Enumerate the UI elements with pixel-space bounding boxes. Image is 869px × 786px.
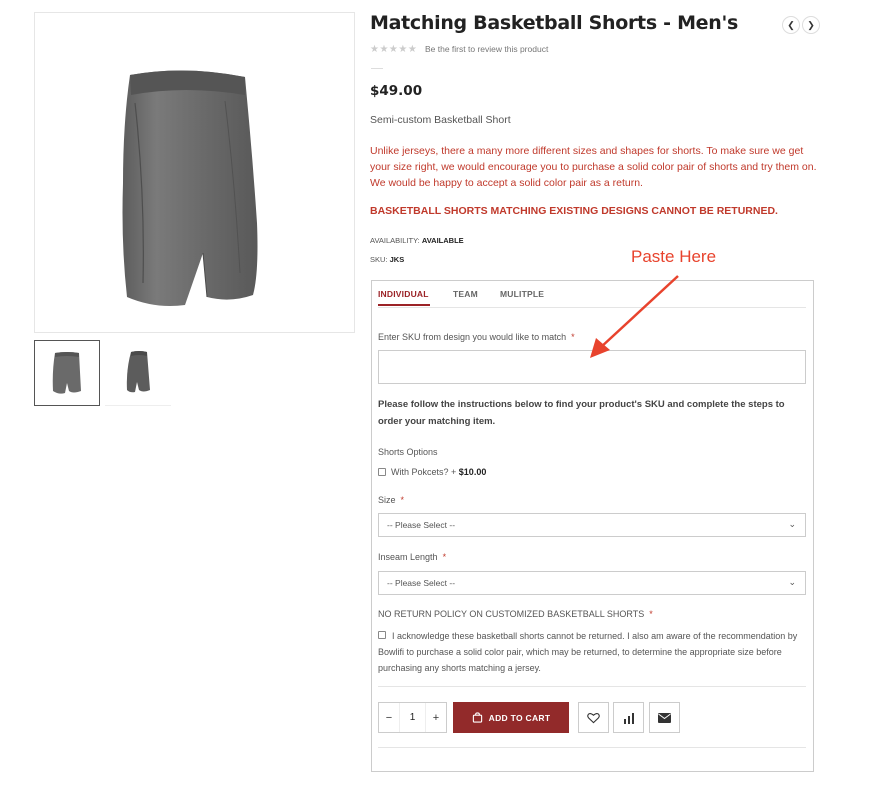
prev-product-button[interactable]: ❮ [782, 16, 800, 34]
tab-team[interactable]: TEAM [453, 289, 478, 299]
divider [378, 686, 806, 687]
inseam-label: Inseam Length * [378, 552, 447, 562]
sku: SKU: JKS [370, 255, 404, 264]
thumbnail-front[interactable] [34, 340, 100, 406]
pockets-option: With Pokcets? + $10.00 [391, 467, 487, 477]
shorts-thumbnail-icon [126, 351, 150, 393]
tab-multiple[interactable]: MULITPLE [500, 289, 544, 299]
bar-chart-icon [623, 712, 634, 724]
pockets-checkbox[interactable] [378, 468, 386, 476]
email-friend-button[interactable] [649, 702, 680, 733]
annotation-arrow-icon [590, 275, 679, 358]
review-link[interactable]: Be the first to review this product [425, 44, 548, 54]
compare-button[interactable] [613, 702, 644, 733]
tab-individual[interactable]: INDIVIDUAL [378, 289, 429, 299]
inseam-select[interactable]: -- Please Select -- ⌄ [378, 571, 806, 595]
sku-label: SKU: [370, 255, 388, 264]
shopping-bag-icon [472, 712, 482, 723]
return-warning: BASKETBALL SHORTS MATCHING EXISTING DESI… [370, 205, 778, 217]
policy-label: NO RETURN POLICY ON CUSTOMIZED BASKETBAL… [378, 609, 653, 619]
qty-value[interactable]: 1 [399, 703, 426, 732]
add-to-cart-label: ADD TO CART [488, 712, 551, 723]
qty-increase-button[interactable]: + [426, 712, 446, 724]
next-product-button[interactable]: ❯ [802, 16, 820, 34]
availability: AVAILABILITY: AVAILABLE [370, 236, 464, 245]
sku-instructions: Please follow the instructions below to … [378, 399, 785, 427]
qty-decrease-button[interactable]: − [379, 712, 399, 724]
add-to-cart-button[interactable]: ADD TO CART [453, 702, 569, 733]
paste-here-annotation: Paste Here [631, 247, 717, 266]
chevron-down-icon: ⌄ [788, 519, 796, 529]
chevron-down-icon: ⌄ [788, 577, 796, 587]
active-tab-indicator [378, 304, 430, 306]
divider [371, 68, 383, 69]
main-product-image[interactable] [34, 12, 355, 333]
shorts-image [122, 70, 258, 306]
sku-field-label: Enter SKU from design you would like to … [378, 332, 575, 342]
sku-value: JKS [389, 255, 405, 264]
heart-icon [587, 712, 600, 723]
divider [378, 747, 806, 748]
quantity-stepper: − 1 + [378, 702, 447, 733]
availability-value: AVAILABLE [421, 236, 464, 245]
shorts-thumbnail-icon [52, 352, 81, 394]
chevron-left-icon: ❮ [787, 19, 795, 30]
policy-acknowledgement: I acknowledge these basketball shorts ca… [378, 631, 798, 673]
size-label: Size * [378, 495, 405, 505]
wishlist-button[interactable] [578, 702, 609, 733]
product-title: Matching Basketball Shorts - Men's [370, 12, 739, 34]
rating-stars-icon: ★★★★★ [370, 44, 418, 55]
availability-label: AVAILABILITY: [370, 236, 420, 245]
shorts-options-label: Shorts Options [378, 447, 438, 457]
product-subtitle: Semi-custom Basketball Short [370, 114, 511, 126]
thumbnail-side[interactable] [105, 340, 171, 406]
chevron-right-icon: ❯ [807, 19, 815, 30]
product-description: Unlike jerseys, there a many more differ… [370, 145, 817, 189]
product-price: $49.00 [370, 83, 423, 99]
size-select[interactable]: -- Please Select -- ⌄ [378, 513, 806, 537]
envelope-icon [658, 712, 671, 723]
